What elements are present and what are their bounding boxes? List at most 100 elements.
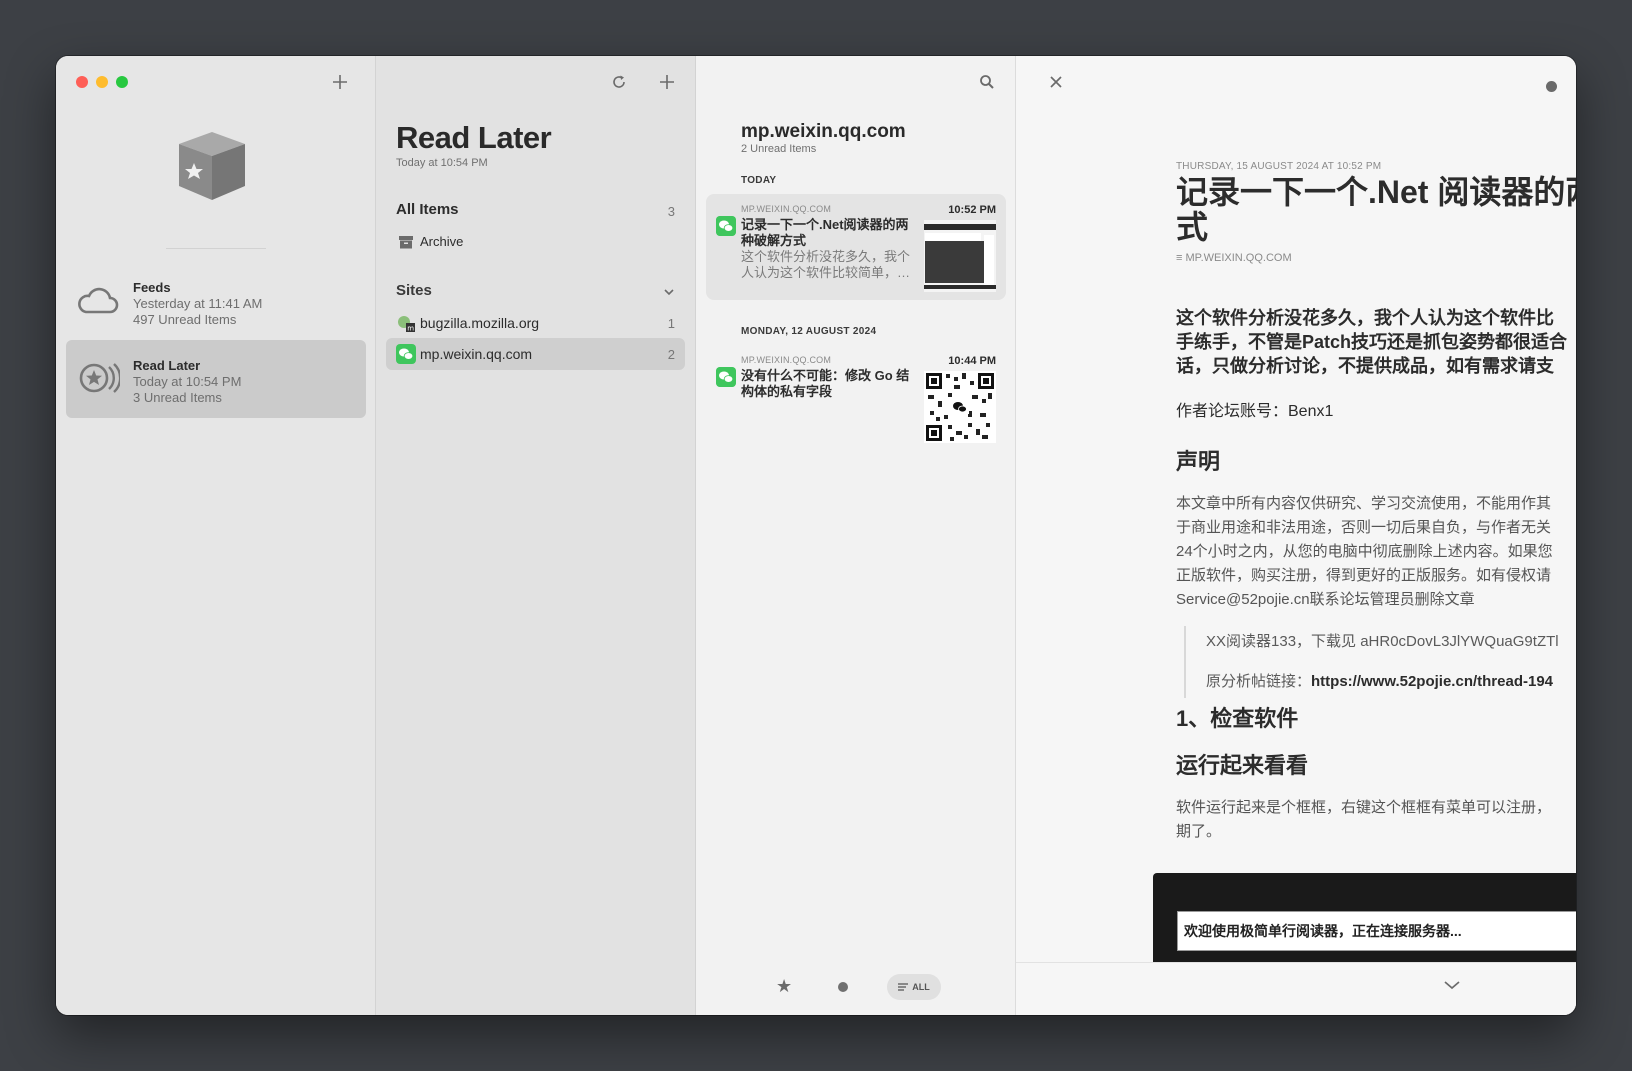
- article-time: 10:52 PM: [948, 204, 996, 216]
- starred-filter-star-icon[interactable]: ★: [776, 976, 792, 997]
- article-heading-line: 记录一下一个.Net 阅读器的两: [1176, 174, 1576, 210]
- close-icon: [1050, 76, 1062, 88]
- blockquote: XX阅读器133，下载见 aHR0cDovL3JlYWQuaG9tZTl 原分析…: [1184, 626, 1576, 698]
- close-window-button[interactable]: [76, 76, 88, 88]
- author-line: 作者论坛账号：Benx1: [1176, 403, 1334, 420]
- all-items-row[interactable]: All Items 3: [386, 195, 685, 227]
- pane-title: Read Later: [396, 120, 552, 155]
- lead-line: 话，只做分析讨论，不提供成品，如有需求请支: [1176, 356, 1554, 376]
- chevron-down-icon[interactable]: [1443, 979, 1461, 991]
- account-name: Read Later: [133, 358, 201, 373]
- article-source: MP.WEIXIN.QQ.COM: [741, 355, 832, 365]
- article-reader-pane: THURSDAY, 15 AUGUST 2024 AT 10:52 PM 记录一…: [1016, 56, 1576, 1015]
- sites-section-header[interactable]: Sites: [386, 276, 685, 308]
- site-row-weixin[interactable]: mp.weixin.qq.com 2: [386, 338, 685, 370]
- body-line: 期了。: [1176, 823, 1222, 840]
- original-post-link[interactable]: https://www.52pojie.cn/thread-194: [1311, 673, 1553, 690]
- wechat-favicon: [716, 367, 736, 387]
- account-name: Feeds: [133, 280, 171, 295]
- day-header: TODAY: [741, 175, 777, 186]
- article-source: MP.WEIXIN.QQ.COM: [1185, 252, 1292, 264]
- quote-line: 原分析帖链接：https://www.52pojie.cn/thread-194: [1206, 672, 1576, 692]
- svg-text:m: m: [407, 325, 414, 333]
- lead-line: 这个软件分析没花多久，我个人认为这个软件比: [1176, 308, 1554, 328]
- account-unread: 497 Unread Items: [133, 312, 237, 327]
- bugzilla-favicon: m: [398, 316, 415, 333]
- account-updated: Yesterday at 11:41 AM: [133, 296, 263, 311]
- divider: [166, 248, 266, 249]
- chevron-down-icon: [664, 289, 674, 296]
- statement-line: 24个小时之内，从您的电脑中彻底删除上述内容。如果您: [1176, 543, 1553, 560]
- app-window: Feeds Yesterday at 11:41 AM 497 Unread I…: [56, 56, 1576, 1015]
- article-summary: 这个软件分析没花多久，我个人认为这个软件比较简单，…: [741, 249, 911, 280]
- reader-footer: [1016, 962, 1576, 1015]
- unread-filter-dot-icon[interactable]: [838, 982, 848, 992]
- article-source-link[interactable]: ≡ MP.WEIXIN.QQ.COM: [1176, 252, 1292, 264]
- article-item[interactable]: MP.WEIXIN.QQ.COM 10:44 PM 没有什么不可能：修改 Go …: [706, 345, 1006, 451]
- accounts-sidebar: Feeds Yesterday at 11:41 AM 497 Unread I…: [56, 56, 376, 1015]
- cloud-icon: [78, 287, 119, 314]
- quote-line: XX阅读器133，下载见 aHR0cDovL3JlYWQuaG9tZTl: [1206, 633, 1559, 650]
- lead-line: 手练手，不管是Patch技巧还是抓包姿势都很适合: [1176, 332, 1568, 352]
- article-title: 记录一下一个.Net阅读器的两种破解方式: [741, 217, 909, 248]
- wechat-favicon: [396, 344, 416, 364]
- statement-line: 于商业用途和非法用途，否则一切后果自负，与作者无关: [1176, 519, 1552, 536]
- site-row-bugzilla[interactable]: m bugzilla.mozilla.org 1: [386, 307, 685, 339]
- archive-row[interactable]: Archive: [386, 226, 685, 258]
- body-line: 软件运行起来是个框框，右键这个框框有菜单可以注册，: [1176, 799, 1552, 816]
- article-heading-line: 式: [1176, 209, 1209, 245]
- qr-code-thumbnail: [924, 371, 996, 443]
- all-items-count: 3: [667, 204, 675, 219]
- quote-label: 原分析帖链接：: [1206, 673, 1312, 690]
- all-filter-button[interactable]: ALL: [887, 974, 941, 1000]
- day-header: MONDAY, 12 AUGUST 2024: [741, 326, 877, 337]
- article-list-pane: mp.weixin.qq.com 2 Unread Items TODAY MP…: [696, 56, 1016, 1015]
- archive-label: Archive: [420, 234, 464, 249]
- article-thumbnail: [924, 220, 996, 292]
- list-lines-icon: [898, 983, 909, 991]
- add-feed-button[interactable]: [655, 70, 679, 94]
- unread-indicator-dot-icon[interactable]: [1546, 81, 1557, 92]
- search-button[interactable]: [975, 70, 999, 94]
- sites-label: Sites: [396, 282, 432, 299]
- section-heading: 1、检查软件: [1176, 706, 1299, 731]
- article-title: 没有什么不可能：修改 Go 结构体的私有字段: [741, 368, 910, 399]
- plus-icon: [660, 75, 674, 89]
- account-updated: Today at 10:54 PM: [133, 374, 242, 389]
- account-read-later[interactable]: Read Later Today at 10:54 PM 3 Unread It…: [66, 340, 366, 418]
- article-item[interactable]: MP.WEIXIN.QQ.COM 10:52 PM 记录一下一个.Net阅读器的…: [706, 194, 1006, 300]
- site-name: bugzilla.mozilla.org: [420, 315, 540, 331]
- plus-icon: [333, 75, 347, 89]
- statement-line: Service@52pojie.cn联系论坛管理员删除文章: [1176, 591, 1475, 608]
- app-logo: [177, 130, 247, 207]
- list-title: mp.weixin.qq.com: [741, 121, 906, 142]
- site-count: 1: [667, 316, 675, 331]
- refresh-icon: [613, 75, 625, 88]
- statement-line: 本文章中所有内容仅供研究、学习交流使用，不能用作其: [1176, 495, 1552, 512]
- close-article-button[interactable]: [1044, 70, 1068, 94]
- account-feeds[interactable]: Feeds Yesterday at 11:41 AM 497 Unread I…: [66, 262, 366, 340]
- article-source: MP.WEIXIN.QQ.COM: [741, 204, 832, 214]
- article-heading: 记录一下一个.Net 阅读器的两 式: [1176, 175, 1576, 245]
- feeds-pane: Read Later Today at 10:54 PM All Items 3…: [376, 56, 696, 1015]
- site-name: mp.weixin.qq.com: [420, 346, 533, 362]
- add-account-button[interactable]: [328, 70, 352, 94]
- article-time: 10:44 PM: [948, 355, 996, 367]
- minimize-window-button[interactable]: [96, 76, 108, 88]
- window-controls: [76, 76, 128, 88]
- article-date: THURSDAY, 15 AUGUST 2024 AT 10:52 PM: [1176, 161, 1382, 172]
- all-items-label: All Items: [396, 201, 459, 218]
- cube-star-icon: [179, 132, 245, 200]
- archive-box-icon: [399, 236, 413, 249]
- search-icon: [980, 75, 994, 89]
- screenshot-textbox: 欢迎使用极简单行阅读器，正在连接服务器...: [1177, 911, 1576, 951]
- statement-line: 正版软件，购买注册，得到更好的正版服务。如有侵权请: [1176, 567, 1552, 584]
- read-later-star-icon: [79, 363, 120, 393]
- refresh-button[interactable]: [607, 70, 631, 94]
- section-heading: 声明: [1176, 449, 1221, 474]
- all-filter-label: ALL: [912, 982, 930, 992]
- list-subtitle: 2 Unread Items: [741, 143, 817, 155]
- zoom-window-button[interactable]: [116, 76, 128, 88]
- list-filter-bar: ★ ALL: [696, 961, 1015, 1015]
- account-unread: 3 Unread Items: [133, 390, 222, 405]
